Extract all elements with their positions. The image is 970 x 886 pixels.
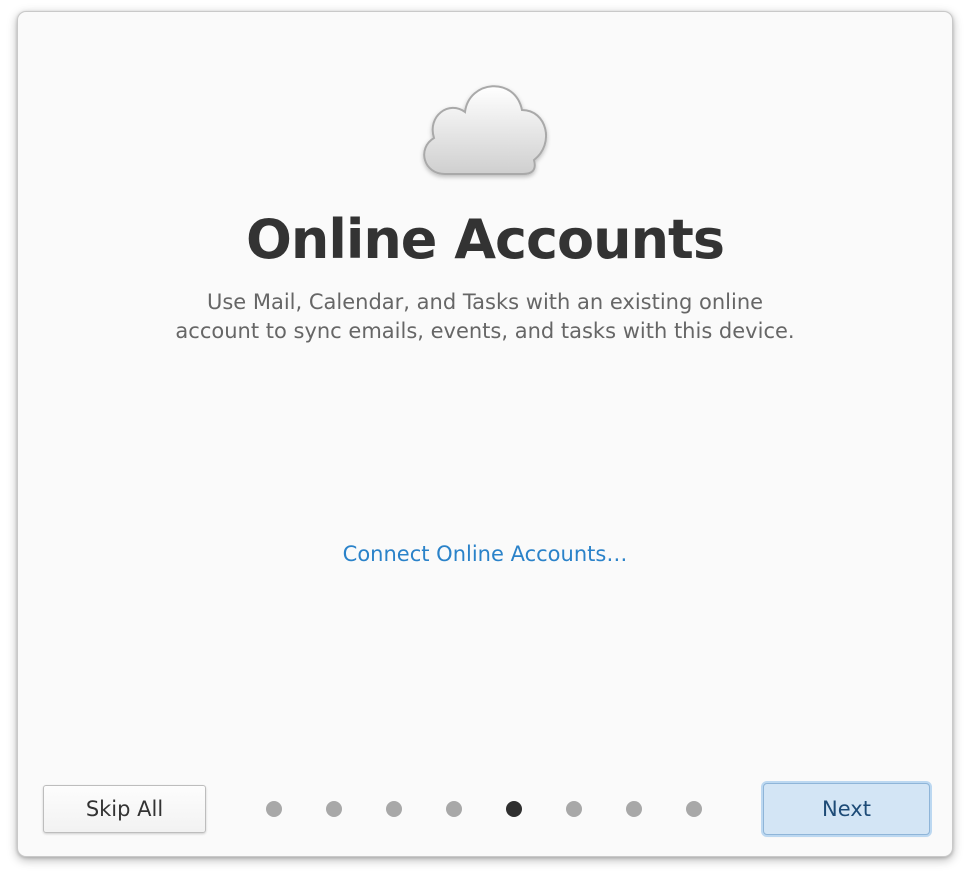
page-dot-4[interactable] [446, 801, 462, 817]
cloud-icon [423, 85, 548, 175]
skip-all-button[interactable]: Skip All [43, 785, 206, 833]
description-line: Use Mail, Calendar, and Tasks with an ex… [206, 290, 764, 314]
description-line: account to sync emails, events, and task… [175, 319, 795, 343]
next-button[interactable]: Next [763, 783, 930, 835]
page-title: Online Accounts [246, 208, 725, 271]
onboarding-window: Online Accounts Use Mail, Calendar, and … [17, 11, 953, 857]
description-text: Use Mail, Calendar, and Tasks with an ex… [18, 288, 952, 346]
page-indicator [258, 800, 718, 818]
page-dot-6[interactable] [566, 801, 582, 817]
page-dot-1[interactable] [266, 801, 282, 817]
page-dot-8[interactable] [686, 801, 702, 817]
page-dot-3[interactable] [386, 801, 402, 817]
connect-online-accounts-link[interactable]: Connect Online Accounts… [18, 539, 952, 569]
page-dot-2[interactable] [326, 801, 342, 817]
page-dot-5[interactable] [506, 801, 522, 817]
page-dot-7[interactable] [626, 801, 642, 817]
